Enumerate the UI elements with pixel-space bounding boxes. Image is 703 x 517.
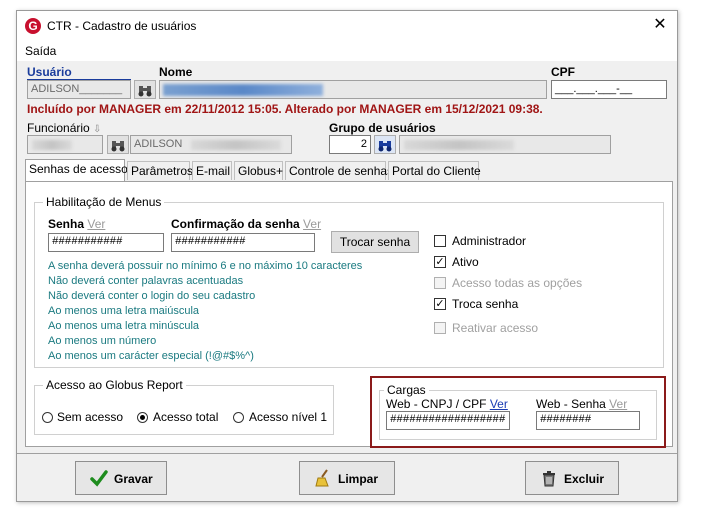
sem-acesso-radio[interactable]: [42, 412, 53, 423]
administrador-label: Administrador: [452, 234, 527, 248]
redacted-name: [163, 84, 323, 96]
ativo-label: Ativo: [452, 255, 479, 269]
funcionario-name-field[interactable]: ADILSON: [130, 135, 292, 154]
rule-number: Ao menos um número: [48, 335, 157, 347]
excluir-label: Excluir: [564, 472, 605, 486]
globus-report-group: Acesso ao Globus Report Sem acesso Acess…: [34, 378, 334, 435]
nome-field[interactable]: [159, 80, 547, 99]
web-senha-input[interactable]: ########: [536, 411, 640, 430]
usuario-label: Usuário: [27, 65, 72, 79]
cnpj-input[interactable]: ##################: [386, 411, 510, 430]
funcionario-code-field[interactable]: [27, 135, 103, 154]
confirmacao-label-text: Confirmação da senha: [171, 217, 300, 231]
excluir-button[interactable]: Excluir: [525, 461, 619, 495]
rule-length: A senha deverá possuir no mínimo 6 e no …: [48, 260, 363, 272]
binoculars-icon: [138, 86, 152, 97]
ativo-checkbox[interactable]: ✓: [434, 256, 446, 268]
tab-portal-do-cliente[interactable]: Portal do Cliente: [388, 161, 481, 180]
web-senha-label: Web - Senha Ver: [536, 397, 627, 411]
footer-divider: [17, 453, 677, 454]
gravar-label: Gravar: [114, 472, 153, 486]
broom-icon: [315, 469, 329, 487]
cargas-title: Cargas: [384, 383, 429, 397]
trash-icon: [543, 471, 555, 487]
cpf-field[interactable]: ___.___.___-__: [551, 80, 667, 99]
funcionario-label-text: Funcionário: [27, 121, 90, 135]
confirmacao-input[interactable]: ###########: [171, 233, 315, 252]
rule-special-char: Ao menos um carácter especial (!@#$%^): [48, 350, 254, 362]
arrow-down-icon: ⇩: [93, 124, 102, 135]
user-registration-window: G CTR - Cadastro de usuários ✕ Saída Usu…: [16, 10, 678, 502]
menu-saida[interactable]: Saída: [25, 44, 56, 58]
redacted-code: [32, 140, 72, 150]
reativar-label: Reativar acesso: [452, 321, 539, 335]
tab-email[interactable]: E-mail: [192, 161, 232, 180]
acesso-total-label: Acesso total: [153, 410, 219, 424]
web-senha-label-text: Web - Senha: [536, 397, 606, 411]
acesso-todas-label: Acesso todas as opções: [452, 276, 583, 290]
troca-senha-checkbox[interactable]: ✓: [434, 298, 446, 310]
nome-label: Nome: [159, 65, 193, 79]
binoculars-icon: [378, 141, 392, 152]
administrador-checkbox[interactable]: [434, 235, 446, 247]
rule-lowercase: Ao menos uma letra minúscula: [48, 320, 200, 332]
usuario-search-button[interactable]: [134, 80, 156, 99]
funcionario-search-button[interactable]: [107, 135, 129, 154]
trocar-senha-button[interactable]: Trocar senha: [331, 231, 419, 253]
acesso-total-radio[interactable]: [137, 412, 148, 423]
habilitacao-title: Habilitação de Menus: [43, 195, 165, 209]
grupo-search-button[interactable]: [374, 135, 396, 154]
limpar-button[interactable]: Limpar: [299, 461, 395, 495]
cargas-group: Cargas Web - CNPJ / CPF Ver ############…: [379, 383, 657, 440]
globus-report-title: Acesso ao Globus Report: [43, 378, 186, 392]
radio-selected-dot: [140, 415, 145, 420]
menu-bar: Saída: [17, 41, 677, 61]
binoculars-icon: [111, 141, 125, 152]
rule-no-login: Não deverá conter o login do seu cadastr…: [48, 290, 256, 302]
funcionario-name: ADILSON: [134, 138, 183, 150]
rule-no-accents: Não deverá conter palavras acentuadas: [48, 275, 244, 287]
sem-acesso-label: Sem acesso: [57, 410, 124, 424]
senha-label-text: Senha: [48, 217, 85, 231]
redacted-surname: [191, 140, 281, 150]
senha-label: Senha Ver: [48, 217, 105, 231]
usuario-field[interactable]: ADILSON_______: [27, 80, 131, 99]
tab-controle-de-senhas[interactable]: Controle de senhas: [285, 161, 393, 180]
cnpj-label: Web - CNPJ / CPF Ver: [386, 397, 508, 411]
limpar-label: Limpar: [338, 472, 379, 486]
cnpj-ver-link[interactable]: Ver: [490, 397, 508, 411]
window-title: CTR - Cadastro de usuários: [47, 19, 197, 33]
cpf-label: CPF: [551, 65, 575, 79]
reativar-checkbox[interactable]: [434, 322, 446, 334]
grupo-name-field[interactable]: [399, 135, 611, 154]
grupo-label: Grupo de usuários: [329, 121, 436, 135]
confirmacao-ver-link[interactable]: Ver: [303, 217, 321, 231]
web-senha-ver-link[interactable]: Ver: [609, 397, 627, 411]
funcionario-label: Funcionário ⇩: [27, 121, 101, 135]
tab-panel-senhas: Habilitação de Menus Senha Ver #########…: [25, 181, 673, 448]
redacted-group: [404, 140, 514, 150]
cnpj-label-text: Web - CNPJ / CPF: [386, 397, 487, 411]
close-icon[interactable]: ✕: [651, 16, 669, 34]
confirmacao-label: Confirmação da senha Ver: [171, 217, 321, 231]
troca-senha-label: Troca senha: [452, 297, 519, 311]
tab-senhas-de-acesso[interactable]: Senhas de acesso: [25, 159, 128, 181]
acesso-nivel-radio[interactable]: [233, 412, 244, 423]
habilitacao-group: Habilitação de Menus Senha Ver #########…: [34, 195, 664, 368]
senha-input[interactable]: ###########: [48, 233, 164, 252]
acesso-todas-checkbox[interactable]: [434, 277, 446, 289]
senha-ver-link[interactable]: Ver: [87, 217, 105, 231]
app-logo-icon: G: [25, 18, 41, 34]
grupo-code-field[interactable]: 2: [329, 135, 371, 154]
tab-parametros[interactable]: Parâmetros: [127, 161, 193, 180]
gravar-button[interactable]: Gravar: [75, 461, 167, 495]
acesso-nivel-label: Acesso nível 1: [249, 410, 328, 424]
tab-globus-plus[interactable]: Globus+: [234, 161, 283, 180]
audit-info: Incluído por MANAGER em 22/11/2012 15:05…: [27, 102, 543, 116]
checkmark-icon: [90, 470, 108, 487]
rule-uppercase: Ao menos uma letra maiúscula: [48, 305, 200, 317]
title-bar: G CTR - Cadastro de usuários ✕: [17, 11, 677, 41]
